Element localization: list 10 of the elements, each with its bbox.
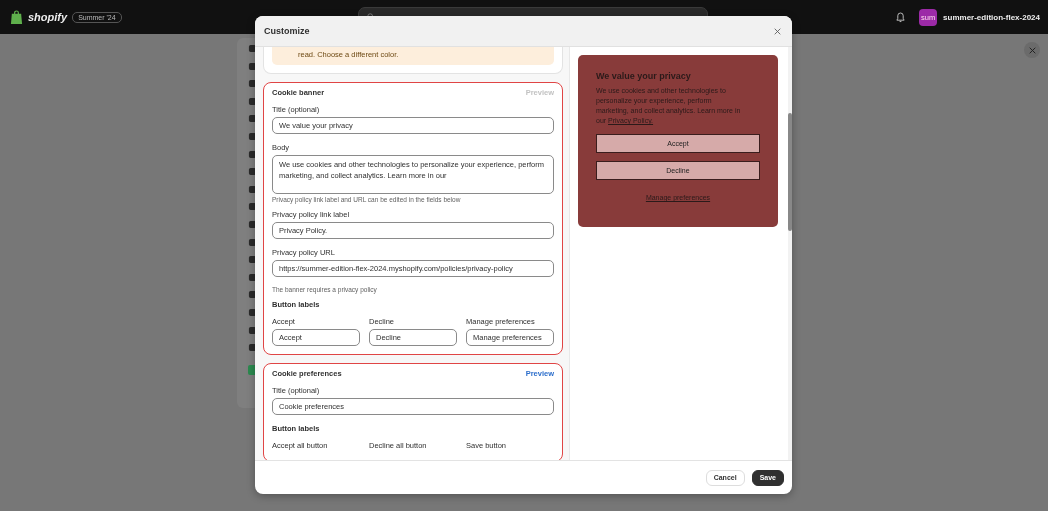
scrollbar[interactable] [788,47,792,460]
close-button[interactable] [1024,42,1040,58]
dialog-title: Customize [264,26,310,36]
shopping-bag-icon [10,9,23,25]
bell-icon[interactable] [896,11,906,23]
brand-name: shopify [28,11,68,23]
banner-title: We value your privacy [596,71,692,81]
close-icon [774,27,781,35]
store-name[interactable]: summer-edition-flex-2024 [943,12,1040,22]
close-icon [1028,46,1036,54]
